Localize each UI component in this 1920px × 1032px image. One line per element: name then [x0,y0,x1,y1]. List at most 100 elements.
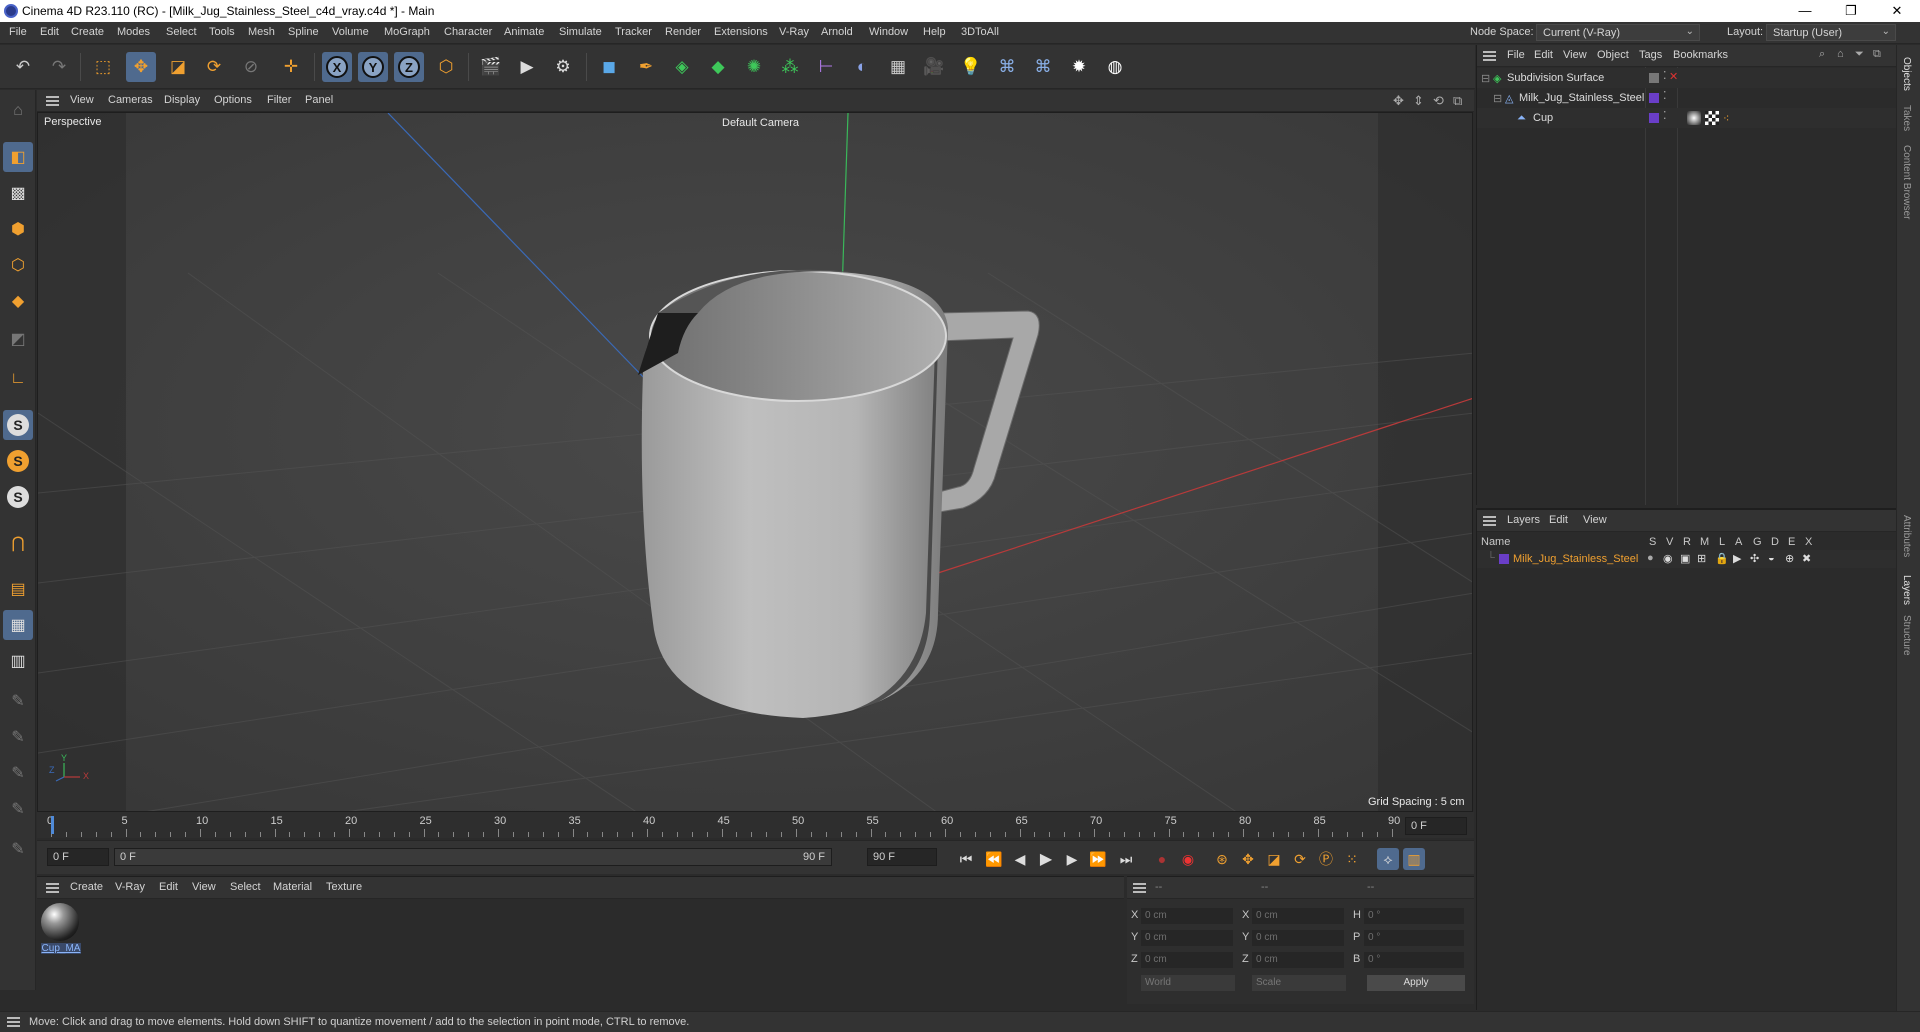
menu-edit[interactable]: Edit [40,26,59,38]
key-scale-icon[interactable]: ◪ [1263,848,1285,870]
magnet-icon[interactable]: ⋂ [3,528,33,558]
object-row[interactable]: ⏶ Cup ⁚ ⁖ [1477,108,1897,128]
object-row[interactable]: ⊟ ◈ Subdivision Surface ⁚ ✕ [1477,68,1897,88]
pos-z-field[interactable]: 0 cm [1141,952,1233,968]
object-menu-file[interactable]: File [1507,49,1525,61]
size-z-field[interactable]: 0 cm [1252,952,1344,968]
layer-menu-view[interactable]: View [1583,514,1607,526]
search-icon[interactable]: ⌕ [1819,48,1825,61]
model-mode-icon[interactable]: ◧ [3,142,33,172]
motion-tracking-icon[interactable]: ⟡ [1377,848,1399,870]
material-menu-vray[interactable]: V-Ray [115,881,145,893]
dolly-view-icon[interactable]: ⇕ [1413,93,1424,109]
material-menu-edit[interactable]: Edit [159,881,178,893]
menu-window[interactable]: Window [869,26,908,38]
filter-icon[interactable]: ⏷ [1855,48,1864,61]
object-menu-tags[interactable]: Tags [1639,49,1662,61]
rot-h-field[interactable]: 0 ° [1364,908,1464,924]
go-to-end-icon[interactable]: ⏭ [1115,848,1137,870]
redo-icon[interactable]: ↷ [44,52,74,82]
material-tag-icon[interactable] [1687,111,1701,125]
menu-mograph[interactable]: MoGraph [384,26,430,38]
rot-b-field[interactable]: 0 ° [1364,952,1464,968]
layer-row[interactable]: └ Milk_Jug_Stainless_Steel ● ◉ ▣ ⊞ 🔒 ▶ ✣… [1477,550,1897,568]
axis-mode-icon[interactable]: ∟ [3,364,33,394]
menu-tracker[interactable]: Tracker [615,26,652,38]
timeline-ruler[interactable]: 051015202530354045505560657075808590 [37,812,1474,838]
record-keys-icon[interactable]: ● [1151,848,1173,870]
viewport-menu-options[interactable]: Options [214,94,252,106]
menu-arnold[interactable]: Arnold [821,26,853,38]
layer-color-swatch[interactable] [1499,554,1509,564]
end-frame-field[interactable]: 90 F [867,848,937,866]
layout-select[interactable]: Startup (User) ⌄ [1766,24,1896,41]
tab-objects[interactable]: Objects [1901,57,1912,91]
menu-render[interactable]: Render [665,26,701,38]
viewport-menu-display[interactable]: Display [164,94,200,106]
cloner-icon[interactable]: ✺ [739,52,769,82]
menu-modes[interactable]: Modes [117,26,150,38]
menu-extensions[interactable]: Extensions [714,26,768,38]
solo-icon[interactable]: ● [1647,552,1654,564]
tab-structure[interactable]: Structure [1901,615,1912,656]
viewport-menu-filter[interactable]: Filter [267,94,291,106]
menu-help[interactable]: Help [923,26,946,38]
visible-eye-icon[interactable]: ◉ [1663,552,1673,565]
visibility-dots-icon[interactable]: ⁚ [1663,89,1667,102]
locked-workplane-icon[interactable]: ▥ [3,646,33,676]
object-menu-object[interactable]: Object [1597,49,1629,61]
layer-menu-layers[interactable]: Layers [1507,514,1540,526]
material-menu-texture[interactable]: Texture [326,881,362,893]
expand-icon[interactable]: ⊟ [1493,92,1502,105]
python-generator-icon[interactable]: ⌘ [1028,52,1058,82]
orbit-view-icon[interactable]: ⟲ [1433,93,1444,109]
world-coordinates-icon[interactable]: ⬡ [431,52,461,82]
timeline-window-icon[interactable]: ▥ [1403,848,1425,870]
snap-enable-icon[interactable]: S [3,410,33,440]
menu-spline[interactable]: Spline [288,26,319,38]
extrude-icon[interactable]: ◆ [703,52,733,82]
previous-frame-icon[interactable]: ◀ [1009,848,1031,870]
menu-simulate[interactable]: Simulate [559,26,602,38]
visibility-dots-icon[interactable]: ⁚ [1663,69,1667,82]
viewport-menu-view[interactable]: View [70,94,94,106]
coordinate-system-icon[interactable]: ✛ [276,52,306,82]
previous-key-icon[interactable]: ⏪ [983,848,1005,870]
pan-view-icon[interactable]: ✥ [1393,93,1404,109]
menu-vray[interactable]: V-Ray [779,26,809,38]
key-selection-icon[interactable]: ⊛ [1211,848,1233,870]
render-settings-icon[interactable]: ⚙ [548,52,578,82]
node-space-select[interactable]: Current (V-Ray) ⌄ [1536,24,1700,41]
generator-icon[interactable]: ✣ [1750,552,1759,565]
menu-create[interactable]: Create [71,26,104,38]
next-frame-icon[interactable]: ▶ [1061,848,1083,870]
key-rotation-icon[interactable]: ⟳ [1289,848,1311,870]
tab-attributes[interactable]: Attributes [1901,515,1912,557]
menu-volume[interactable]: Volume [332,26,369,38]
apply-button[interactable]: Apply [1367,975,1465,991]
texture-mode-icon[interactable]: ▩ [3,178,33,208]
render-to-picture-viewer-icon[interactable]: ▶ [512,52,542,82]
python-script-icon[interactable]: ⌘ [992,52,1022,82]
viewport-menu-panel[interactable]: Panel [305,94,333,106]
viewport-3d[interactable]: Perspective Default Camera Grid Spacing … [37,112,1473,812]
key-pla-icon[interactable]: ⁙ [1341,848,1363,870]
vray-tag-icon[interactable]: ⁖ [1723,112,1729,125]
material-menu-create[interactable]: Create [70,881,103,893]
coordinate-menu-icon[interactable] [1133,883,1146,893]
maximize-view-icon[interactable]: ⧉ [1453,93,1462,109]
disable-icon[interactable]: ✕ [1669,70,1678,83]
xref-icon[interactable]: ✖ [1802,552,1811,565]
edges-mode-icon[interactable]: ⬡ [3,250,33,280]
size-x-field[interactable]: 0 cm [1252,908,1344,924]
render-view-icon[interactable]: 🎬 [476,52,506,82]
key-parameter-icon[interactable]: Ⓟ [1315,848,1337,870]
snap-settings-icon[interactable]: S [3,446,33,476]
new-window-icon[interactable]: ⧉ [1873,48,1881,61]
uvw-tag-icon[interactable] [1705,111,1719,125]
snap-workplane-icon[interactable]: S [3,482,33,512]
autokey-icon[interactable]: ◉ [1177,848,1199,870]
rotate-tool-icon[interactable]: ⟳ [199,52,229,82]
viewport-menu-icon[interactable] [46,96,59,106]
viewport-menu-cameras[interactable]: Cameras [108,94,153,106]
